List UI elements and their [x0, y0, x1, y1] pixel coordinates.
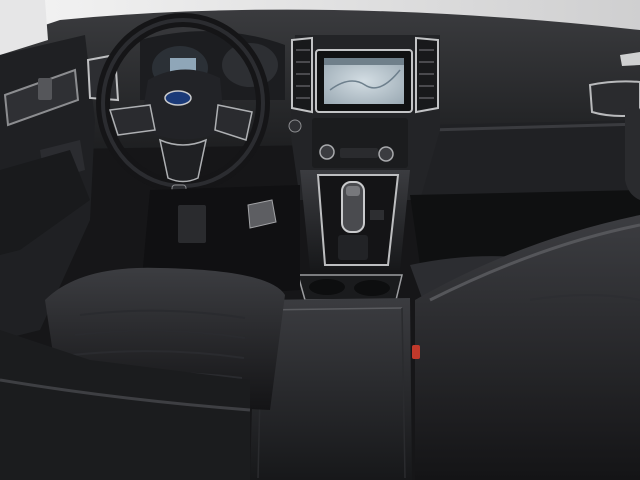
- usb-port: [370, 210, 384, 220]
- map-status-bar: [324, 58, 404, 65]
- climate-panel: [312, 118, 408, 168]
- door-handle: [38, 78, 52, 100]
- passenger-headrest: [625, 107, 640, 200]
- ford-logo-icon: [164, 90, 192, 106]
- center-vent-right: [415, 36, 439, 114]
- start-button[interactable]: [288, 119, 302, 133]
- cupholder-left: [309, 279, 345, 295]
- seat-belt-buckle-red: [412, 345, 420, 359]
- cupholder-right: [354, 280, 390, 296]
- photo-canvas: [0, 0, 640, 480]
- climate-knob-left[interactable]: [319, 144, 335, 160]
- brake-pedal[interactable]: [178, 205, 206, 243]
- car-interior-photo: [0, 0, 640, 480]
- climate-knob-right[interactable]: [378, 146, 394, 162]
- shifter-button: [346, 186, 360, 196]
- steering-spoke-left: [109, 104, 156, 136]
- climate-buttons[interactable]: [340, 148, 378, 158]
- shifter-boot: [338, 235, 368, 260]
- steering-spoke-bottom: [158, 138, 208, 183]
- center-vent-left: [291, 36, 313, 114]
